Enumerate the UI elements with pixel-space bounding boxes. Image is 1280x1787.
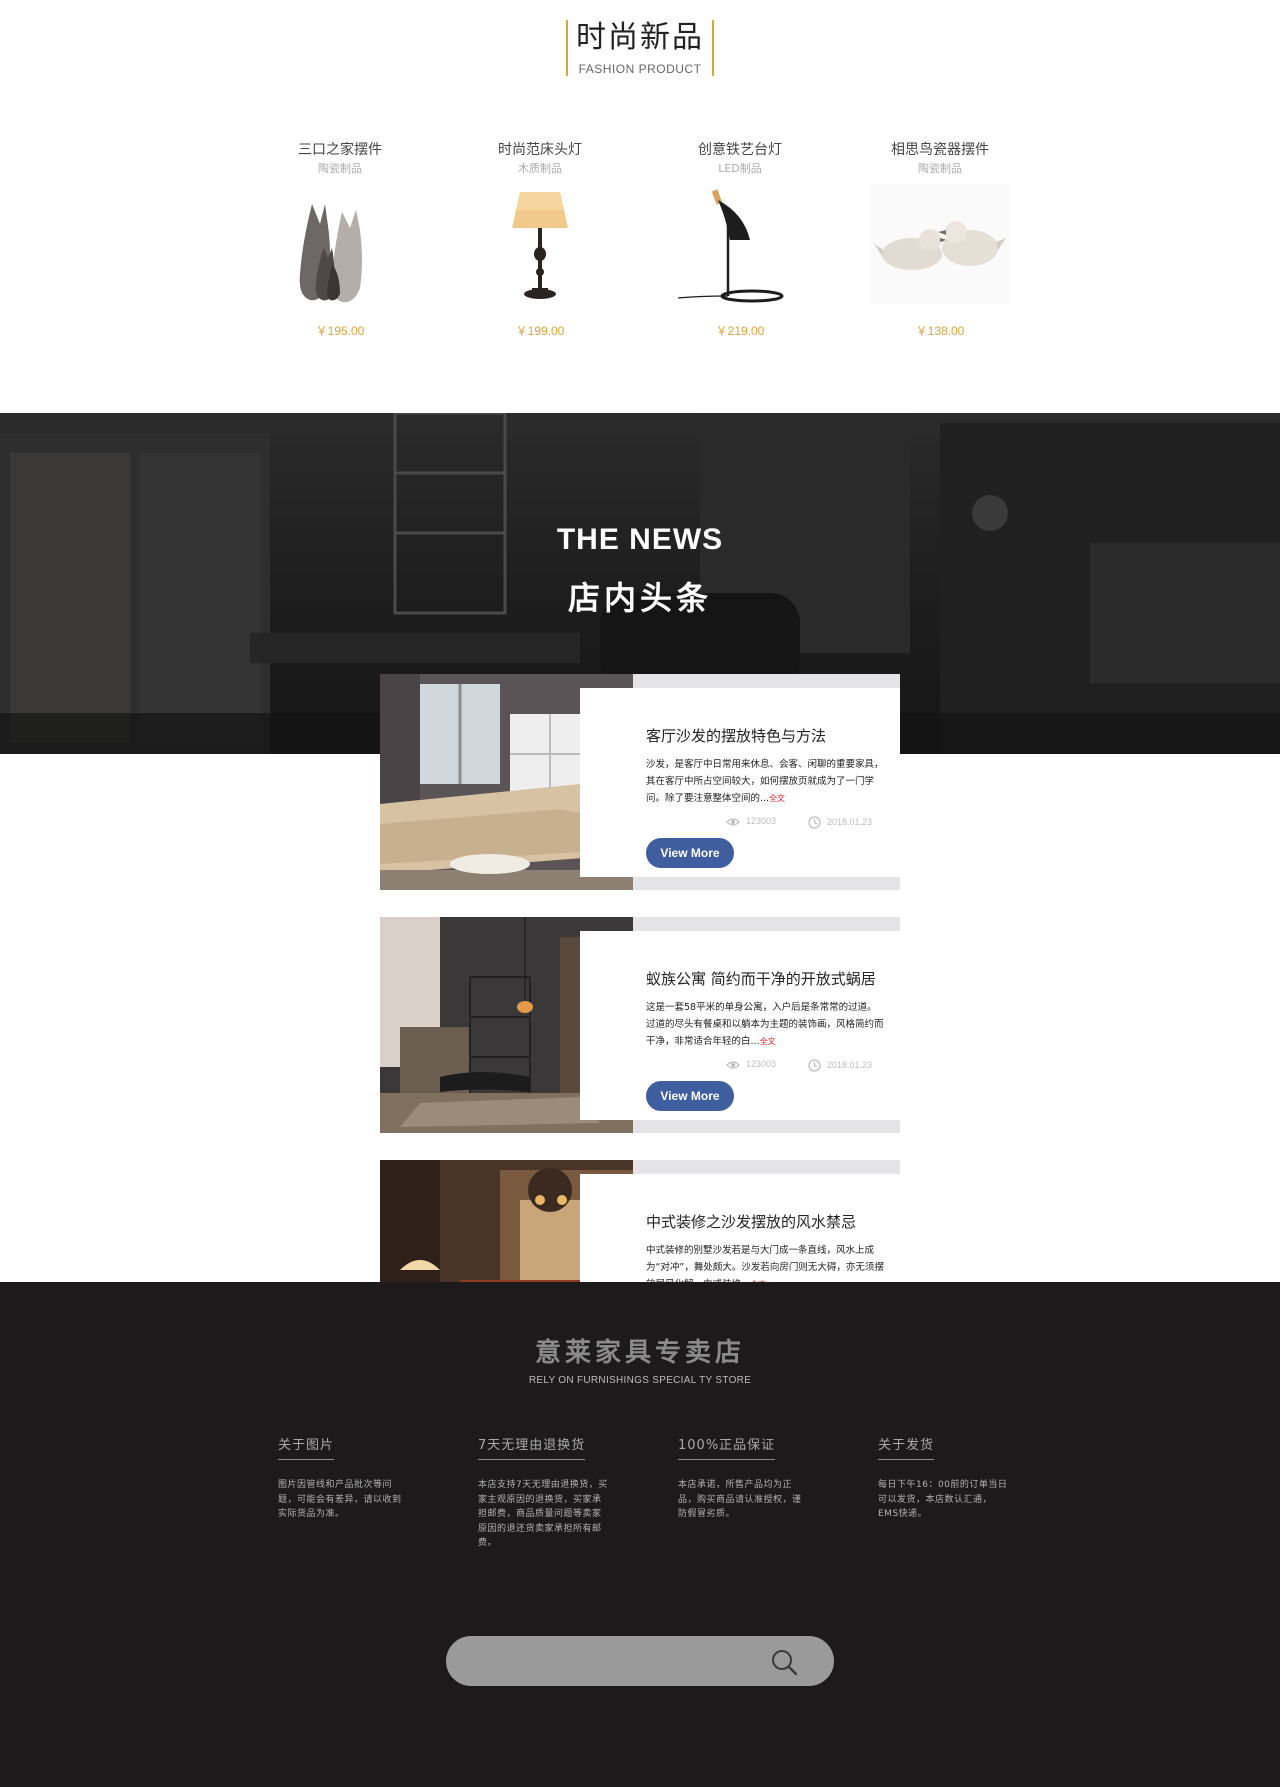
view-count: 123003 xyxy=(746,1059,777,1069)
product-name[interactable]: 三口之家摆件 xyxy=(240,140,440,160)
product-name[interactable]: 创意铁艺台灯 xyxy=(640,140,840,160)
section-title: 时尚新品 xyxy=(576,20,704,55)
product-price: ￥138.00 xyxy=(915,324,965,338)
view-more-button[interactable]: View More xyxy=(646,838,734,868)
eye-icon xyxy=(726,818,740,826)
article-desc-text: 沙发，是客厅中日常用来休息、会客、闲聊的重要家具，其在客厅中所占空间较大，如何摆… xyxy=(646,759,884,804)
view-count: 123003 xyxy=(746,816,777,826)
news-title-en: THE NEWS xyxy=(556,523,724,556)
ceramic-birds-image[interactable] xyxy=(870,184,1010,304)
footer-column-heading: 关于发货 xyxy=(878,1434,935,1460)
ceramic-deer-figurine-image[interactable] xyxy=(270,184,410,304)
news-title-cn: 店内头条 xyxy=(567,579,712,617)
clock-icon xyxy=(808,816,821,829)
iron-desk-lamp-image[interactable] xyxy=(670,184,810,304)
views-meta: 123003 xyxy=(726,1059,776,1070)
footer-column-returns: 7天无理由退换货 本店支持7天无理由退换货，买家主观原因的退换货，买家承担邮费，… xyxy=(478,1434,608,1551)
product-name[interactable]: 相思鸟瓷器摆件 xyxy=(840,140,1040,160)
card-top-bar xyxy=(633,917,900,931)
product-price: ￥199.00 xyxy=(515,324,565,338)
product-card[interactable]: 相思鸟瓷器摆件 陶瓷制品 ￥138.00 xyxy=(840,140,1040,350)
product-name[interactable]: 时尚范床头灯 xyxy=(440,140,640,160)
date-meta: 2018.01.23 xyxy=(808,816,872,829)
store-name: 意莱家具专卖店 xyxy=(534,1338,745,1368)
views-meta: 123003 xyxy=(726,816,776,827)
footer-column-text: 本店支持7天无理由退换货，买家主观原因的退换货，买家承担邮费，商品质量问题等卖家… xyxy=(478,1480,608,1548)
card-bottom-bar xyxy=(633,1120,900,1133)
view-more-button[interactable]: View More xyxy=(646,1081,734,1111)
read-full-link[interactable]: 全文 xyxy=(760,1037,776,1046)
news-card[interactable]: 客厅沙发的摆放特色与方法 沙发，是客厅中日常用来休息、会客、闲聊的重要家具，其在… xyxy=(380,674,900,890)
article-title[interactable]: 客厅沙发的摆放特色与方法 xyxy=(646,726,886,746)
bedside-lamp-image[interactable] xyxy=(470,184,610,304)
product-card[interactable]: 创意铁艺台灯 LED制品 ￥219.00 xyxy=(640,140,840,350)
product-list: 三口之家摆件 陶瓷制品 ￥195.00 时尚范床头灯 木质制品 ￥199.00 … xyxy=(240,140,1040,350)
card-top-bar xyxy=(633,674,900,688)
read-full-link[interactable]: 全文 xyxy=(769,794,785,803)
footer-column-text: 图片因管线和产品批次等问题，可能会有差异，请以收到实际货品为准。 xyxy=(278,1480,402,1519)
product-material: LED制品 xyxy=(718,162,762,175)
store-name-en: RELY ON FURNISHINGS SPECIAL TY STORE xyxy=(528,1375,752,1386)
product-card[interactable]: 三口之家摆件 陶瓷制品 ￥195.00 xyxy=(240,140,440,350)
article-title[interactable]: 蚁族公寓 简约而干净的开放式蜗居 xyxy=(646,969,886,989)
footer-column-heading: 7天无理由退换货 xyxy=(478,1434,586,1460)
product-card[interactable]: 时尚范床头灯 木质制品 ￥199.00 xyxy=(440,140,640,350)
product-material: 陶瓷制品 xyxy=(318,162,362,175)
site-footer: 意莱家具专卖店 RELY ON FURNISHINGS SPECIAL TY S… xyxy=(0,1282,1280,1787)
section-subtitle: FASHION PRODUCT xyxy=(578,62,702,76)
article-summary: 沙发，是客厅中日常用来休息、会客、闲聊的重要家具，其在客厅中所占空间较大，如何摆… xyxy=(646,756,884,807)
product-price: ￥195.00 xyxy=(315,324,365,338)
footer-column-shipping: 关于发货 每日下午16：00前的订单当日可以发货，本店数认汇通，EMS快递。 xyxy=(878,1434,1008,1522)
article-title[interactable]: 中式装修之沙发摆放的风水禁忌 xyxy=(646,1212,886,1232)
post-date: 2018.01.23 xyxy=(827,816,873,827)
footer-column-heading: 100%正品保证 xyxy=(678,1434,776,1460)
footer-column-heading: 关于图片 xyxy=(278,1434,335,1460)
product-material: 陶瓷制品 xyxy=(918,162,962,175)
footer-column-text: 每日下午16：00前的订单当日可以发货，本店数认汇通，EMS快递。 xyxy=(878,1480,1008,1519)
footer-column-authentic: 100%正品保证 本店承诺，所售产品均为正品，购买商品请认准授权，谨防假冒劣质。 xyxy=(678,1434,808,1522)
search-icon[interactable] xyxy=(770,1648,798,1676)
product-price: ￥219.00 xyxy=(715,324,765,338)
clock-icon xyxy=(808,1059,821,1072)
eye-icon xyxy=(726,1061,740,1069)
post-date: 2018.01.23 xyxy=(827,1059,873,1070)
article-summary: 这是一套58平米的单身公寓，入户后是条常常的过道。过道的尽头有餐桌和以躺本为主题… xyxy=(646,999,884,1050)
date-meta: 2018.01.23 xyxy=(808,1059,872,1072)
news-card[interactable]: 蚁族公寓 简约而干净的开放式蜗居 这是一套58平米的单身公寓，入户后是条常常的过… xyxy=(380,917,900,1133)
card-top-bar xyxy=(633,1160,900,1174)
footer-column-pictures: 关于图片 图片因管线和产品批次等问题，可能会有差异，请以收到实际货品为准。 xyxy=(278,1434,408,1522)
product-material: 木质制品 xyxy=(518,162,562,175)
card-bottom-bar xyxy=(633,877,900,890)
footer-column-text: 本店承诺，所售产品均为正品，购买商品请认准授权，谨防假冒劣质。 xyxy=(678,1480,802,1519)
fashion-header: 时尚新品 FASHION PRODUCT xyxy=(566,20,714,76)
search-bar[interactable] xyxy=(446,1636,834,1686)
